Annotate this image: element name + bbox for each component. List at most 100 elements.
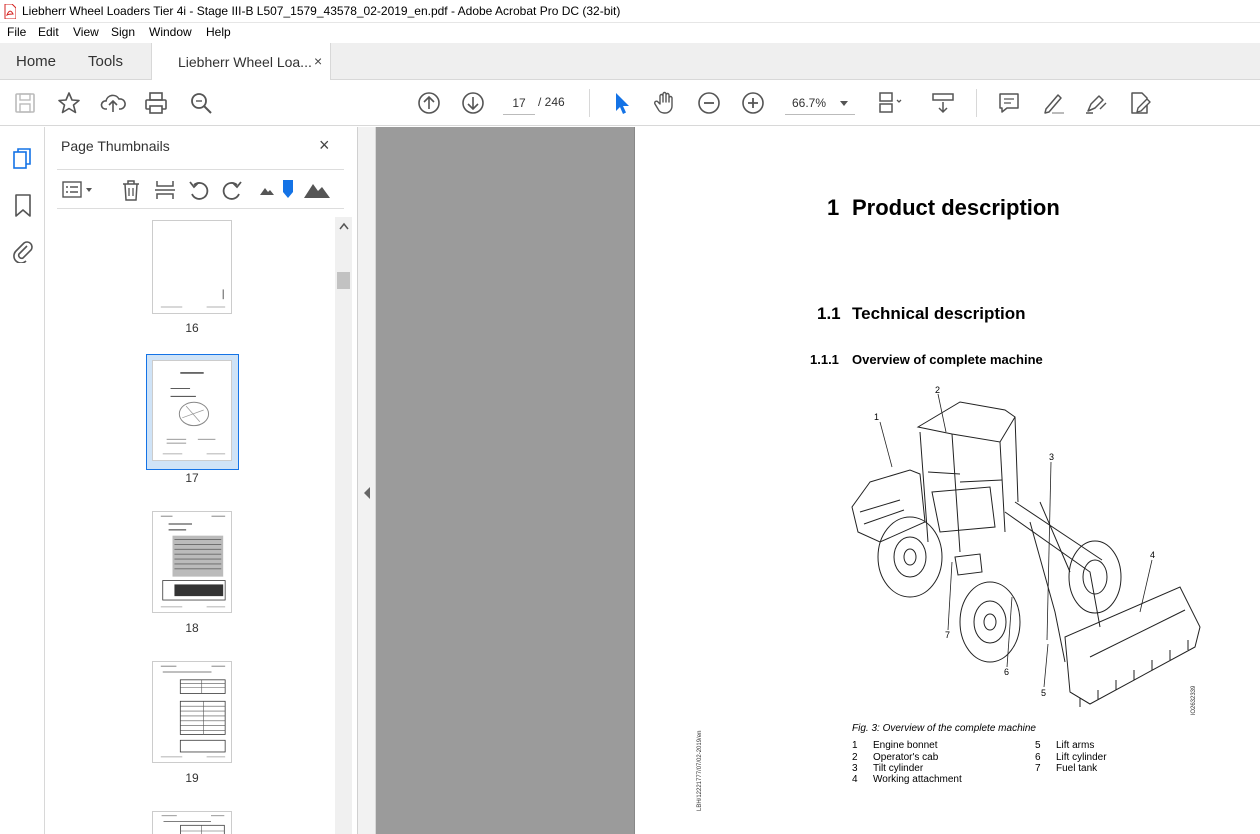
thumbnail-page-number: 19: [185, 771, 199, 785]
figure-caption: Fig. 3: Overview of the complete machine: [852, 723, 1036, 734]
hand-tool-icon[interactable]: [652, 90, 678, 116]
zoom-level-value: 66.7%: [792, 96, 827, 110]
scrolling-mode-icon[interactable]: [930, 90, 956, 116]
menu-sign[interactable]: Sign: [111, 25, 135, 39]
thumbnail-page-number: 18: [185, 621, 199, 635]
heading-1-number: 1: [827, 195, 840, 220]
page-thumbnails-icon[interactable]: [12, 147, 34, 171]
figure-callout: 1: [874, 412, 879, 422]
menu-window[interactable]: Window: [149, 25, 192, 39]
save-icon[interactable]: [12, 90, 38, 116]
thumbnail-toolbar: [57, 169, 344, 209]
thumbnail-options-menu-icon[interactable]: [61, 179, 95, 201]
figure-id: lO2632339: [1191, 685, 1197, 715]
figure-callout: 4: [1150, 550, 1155, 560]
heading-1: Product description: [852, 195, 1060, 220]
figure-callout: 7: [945, 630, 950, 640]
toolbar-divider: [976, 89, 977, 117]
thumbnail-page[interactable]: [152, 511, 232, 613]
thumbnail-page-number: 16: [185, 321, 199, 335]
cloud-upload-icon[interactable]: [100, 90, 126, 116]
main-toolbar: 17 / 246 66.7%: [0, 80, 1260, 126]
panel-close-icon[interactable]: ×: [319, 135, 330, 156]
rotate-counterclockwise-icon[interactable]: [187, 178, 211, 202]
next-page-icon[interactable]: [460, 90, 486, 116]
tab-tools[interactable]: Tools: [88, 53, 123, 70]
heading-2-number: 1.1: [817, 304, 841, 323]
sign-pen-icon[interactable]: [1083, 90, 1109, 116]
thumbnail-size-slider[interactable]: [281, 178, 295, 202]
page-number-input[interactable]: 17: [503, 91, 535, 115]
edit-document-icon[interactable]: [1127, 90, 1153, 116]
scrollbar-thumb[interactable]: [337, 272, 350, 289]
legend-number: 4: [852, 774, 858, 785]
title-bar: Liebherr Wheel Loaders Tier 4i - Stage I…: [0, 0, 1260, 23]
navigation-rail: [0, 127, 45, 834]
document-side-reference: LBH/12221777/07/02-2019/en: [697, 730, 703, 811]
heading-2: Technical description: [852, 304, 1026, 323]
thumbnail-list: 16 17 18 19: [45, 217, 335, 834]
attachment-paperclip-icon[interactable]: [12, 239, 34, 264]
tab-document-label: Liebherr Wheel Loa...: [178, 54, 312, 70]
legend-label: Lift arms: [1056, 740, 1095, 751]
wheel-loader-illustration: 1 2 3 4 5 6 7: [851, 385, 1201, 707]
highlighter-pen-icon[interactable]: [1040, 90, 1066, 116]
rotate-clockwise-icon[interactable]: [220, 178, 244, 202]
thumbnail-page[interactable]: [152, 220, 232, 314]
scroll-up-arrow-icon[interactable]: [339, 222, 349, 230]
legend-number: 6: [1035, 752, 1041, 763]
tab-close-icon[interactable]: ×: [314, 53, 322, 69]
menu-view[interactable]: View: [73, 25, 99, 39]
page-thumbnails-panel: Page Thumbnails × 16 17 18 19: [45, 127, 358, 834]
legend-number: 1: [852, 740, 858, 751]
legend-number: 2: [852, 752, 858, 763]
legend-label: Operator's cab: [873, 752, 939, 763]
document-page: 1 Product description 1.1 Technical desc…: [634, 127, 1260, 834]
toolbar-divider: [589, 89, 590, 117]
zoom-level-select[interactable]: 66.7%: [785, 91, 855, 115]
tab-bar: Home Tools Liebherr Wheel Loa... ×: [0, 43, 1260, 80]
menu-bar: File Edit View Sign Window Help: [0, 23, 1260, 43]
print-icon[interactable]: [143, 90, 169, 116]
thumbnail-page-selected[interactable]: [152, 360, 232, 461]
thumbnail-page[interactable]: [152, 811, 232, 834]
tab-home[interactable]: Home: [16, 53, 56, 70]
smaller-thumbnails-icon[interactable]: [259, 182, 275, 198]
figure-callout: 5: [1041, 688, 1046, 698]
legend-number: 7: [1035, 763, 1041, 774]
select-cursor-icon[interactable]: [608, 90, 634, 116]
thumbnail-page[interactable]: [152, 661, 232, 763]
chevron-down-icon: [840, 101, 848, 106]
page-total: / 246: [538, 95, 565, 109]
window-title: Liebherr Wheel Loaders Tier 4i - Stage I…: [22, 4, 621, 18]
search-zoom-icon[interactable]: [188, 90, 214, 116]
legend-number: 5: [1035, 740, 1041, 751]
thumbnail-scrollbar[interactable]: [335, 217, 352, 834]
star-bookmark-icon[interactable]: [56, 90, 82, 116]
heading-3-number: 1.1.1: [810, 352, 839, 367]
legend-number: 3: [852, 763, 858, 774]
menu-file[interactable]: File: [7, 25, 26, 39]
figure-callout: 6: [1004, 667, 1009, 677]
legend-label: Lift cylinder: [1056, 752, 1107, 763]
thumbnail-page-number: 17: [185, 471, 199, 485]
document-background: [376, 127, 634, 834]
panel-splitter[interactable]: [358, 127, 376, 834]
bookmark-icon[interactable]: [13, 193, 33, 219]
insert-pages-icon[interactable]: [153, 178, 177, 202]
comment-icon[interactable]: [996, 90, 1022, 116]
larger-thumbnails-icon[interactable]: [303, 178, 331, 202]
legend-label: Tilt cylinder: [873, 763, 924, 774]
legend-label: Fuel tank: [1056, 763, 1098, 774]
acrobat-pdf-icon: [4, 4, 16, 19]
collapse-arrow-icon[interactable]: [363, 487, 371, 499]
zoom-out-icon[interactable]: [696, 90, 722, 116]
menu-edit[interactable]: Edit: [38, 25, 59, 39]
legend-label: Working attachment: [873, 774, 962, 785]
menu-help[interactable]: Help: [206, 25, 231, 39]
page-display-icon[interactable]: [876, 90, 902, 116]
delete-trash-icon[interactable]: [119, 178, 143, 202]
zoom-in-icon[interactable]: [740, 90, 766, 116]
tab-document[interactable]: Liebherr Wheel Loa... ×: [151, 43, 331, 80]
previous-page-icon[interactable]: [416, 90, 442, 116]
